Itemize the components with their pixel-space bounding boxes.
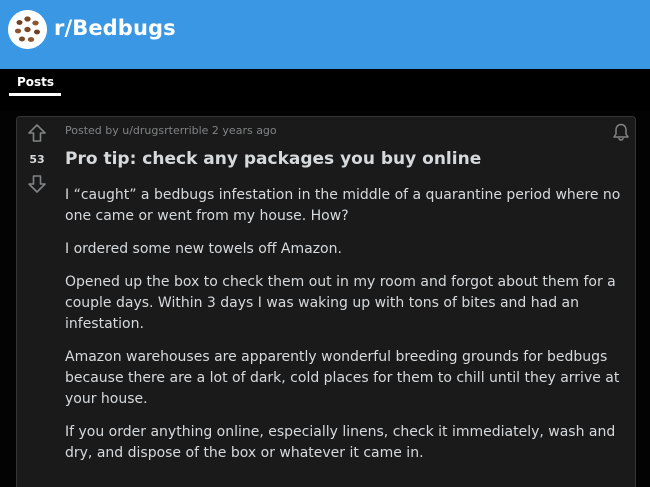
- subreddit-banner: r/Bedbugs: [0, 0, 650, 69]
- subreddit-avatar-icon[interactable]: [8, 10, 47, 49]
- vote-column: 53: [17, 117, 57, 487]
- downvote-arrow-icon[interactable]: [27, 174, 47, 194]
- post-card[interactable]: 53 Posted by u/drugsrterrible 2 years ag…: [16, 116, 636, 487]
- post-paragraph: I ordered some new towels off Amazon.: [65, 241, 342, 257]
- subreddit-name[interactable]: r/Bedbugs: [54, 15, 176, 41]
- post-paragraph: Opened up the box to check them out in m…: [65, 274, 616, 332]
- vote-score: 53: [29, 153, 45, 166]
- tab-posts[interactable]: Posts: [17, 75, 54, 89]
- post-body: I “caught” a bedbugs infestation in the …: [65, 185, 625, 476]
- post-paragraph: I “caught” a bedbugs infestation in the …: [65, 187, 621, 224]
- post-meta: Posted by u/drugsrterrible 2 years ago: [65, 124, 277, 137]
- upvote-arrow-icon[interactable]: [27, 123, 47, 143]
- post-paragraph: Amazon warehouses are apparently wonderf…: [65, 349, 620, 407]
- post-paragraph: If you order anything online, especially…: [65, 424, 616, 461]
- post-title[interactable]: Pro tip: check any packages you buy onli…: [65, 148, 625, 170]
- tab-active-indicator: [9, 93, 61, 96]
- tab-bar: Posts: [0, 69, 650, 110]
- bell-icon[interactable]: [611, 122, 631, 142]
